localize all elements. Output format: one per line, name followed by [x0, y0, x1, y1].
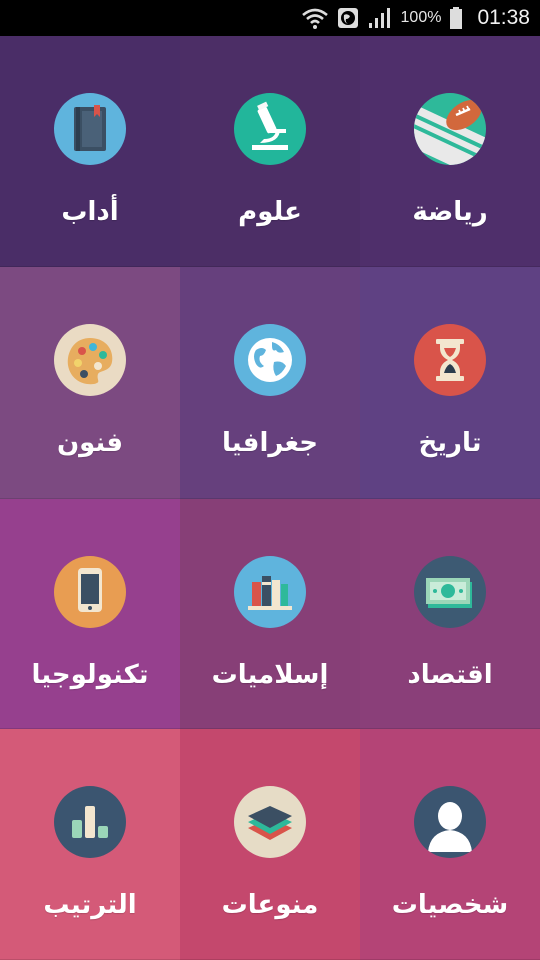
tile-label: إسلاميات: [211, 660, 329, 690]
tile-label: شخصيات: [391, 890, 509, 920]
category-ranking[interactable]: الترتيب: [0, 729, 180, 960]
category-history[interactable]: تاريخ: [360, 267, 540, 499]
football-icon: [414, 93, 486, 165]
status-bar: 100% 01:38: [0, 0, 540, 36]
category-geography[interactable]: جغرافيا: [180, 267, 360, 499]
tile-label: اقتصاد: [407, 660, 493, 690]
tile-label: فنون: [56, 428, 124, 458]
books-icon: [234, 556, 306, 628]
tile-label: رياضة: [412, 197, 488, 227]
category-literature[interactable]: أداب: [0, 36, 180, 267]
battery-percent: 100%: [400, 9, 442, 26]
money-icon: [414, 556, 486, 628]
category-grid: رياضة علوم أداب تاريخ جغرافيا فنون اقتصا…: [0, 36, 540, 960]
vpn-globe-icon: [337, 7, 359, 29]
book-icon: [54, 93, 126, 165]
tile-label: تاريخ: [418, 428, 482, 458]
tile-label: تكنولوجيا: [31, 660, 149, 690]
phone-icon: [54, 556, 126, 628]
clock: 01:38: [477, 6, 530, 29]
tile-label: جغرافيا: [222, 428, 318, 458]
layers-icon: [234, 786, 306, 858]
globe-icon: [234, 324, 306, 396]
category-science[interactable]: علوم: [180, 36, 360, 267]
category-islamic[interactable]: إسلاميات: [180, 499, 360, 729]
category-technology[interactable]: تكنولوجيا: [0, 499, 180, 729]
battery-icon: [449, 6, 463, 30]
palette-icon: [54, 324, 126, 396]
person-icon: [414, 786, 486, 858]
category-misc[interactable]: منوعات: [180, 729, 360, 960]
microscope-icon: [234, 93, 306, 165]
status-icons: 100% 01:38: [301, 0, 530, 36]
tile-label: علوم: [238, 197, 302, 227]
hourglass-icon: [414, 324, 486, 396]
category-personalities[interactable]: شخصيات: [360, 729, 540, 960]
wifi-icon: [301, 6, 329, 30]
category-economy[interactable]: اقتصاد: [360, 499, 540, 729]
tile-label: الترتيب: [43, 890, 137, 920]
signal-icon: [367, 6, 393, 30]
category-arts[interactable]: فنون: [0, 267, 180, 499]
bar-chart-icon: [54, 786, 126, 858]
tile-label: منوعات: [221, 890, 319, 920]
tile-label: أداب: [61, 197, 119, 227]
category-sports[interactable]: رياضة: [360, 36, 540, 267]
